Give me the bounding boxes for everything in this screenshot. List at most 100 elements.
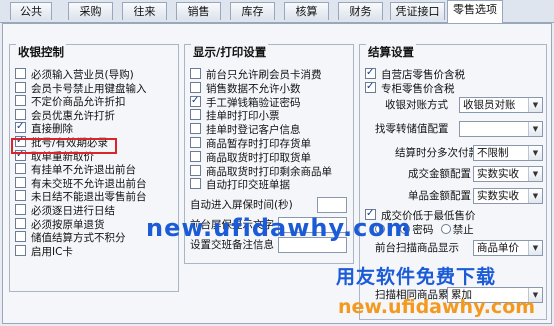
option-label: 商品暂存时打印存货单 [206,138,311,150]
option-label: 手工弹钱箱验证密码 [206,96,301,109]
cashier-option[interactable]: 启用IC卡 [15,244,73,258]
cashier-option[interactable]: 会员优惠允许打折 [15,108,115,122]
display-option[interactable]: 商品暂存时打印存货单 [190,137,311,150]
display-option[interactable]: 商品取货时打印取货单 [190,150,311,164]
tab-finance[interactable]: 财务 [338,2,383,20]
reconcile-select[interactable]: 收银员对账 ▼ [459,97,543,113]
multi-pay-select[interactable]: 不限制 ▼ [473,145,543,161]
checkbox-icon[interactable] [15,217,26,229]
tab-purchase[interactable]: 采购 [68,2,113,20]
option-own-store-tax[interactable]: 自营店零售价含税 [365,66,465,81]
change-to-stored-label: 找零转储值配置 [375,123,449,135]
option-label: 挂单时打印小票 [206,110,280,123]
highlight-box [11,138,117,154]
cashier-control-title: 收银控制 [16,44,66,60]
tab-retail-options[interactable]: 零售选项 [447,0,503,23]
option-label: 专柜零售价含税 [381,83,455,95]
display-option[interactable]: 挂单时登记客户信息 [190,123,301,136]
cashier-option[interactable]: 有未交班不允许退出前台 [15,176,147,190]
checkbox-icon[interactable] [190,81,201,93]
watermark-slogan: 用友软件免费下载 [336,266,497,288]
checkbox-icon[interactable] [190,109,201,121]
option-label: 销售数据不允许小数 [206,82,301,95]
chevron-down-icon: ▼ [528,122,542,136]
chevron-down-icon: ▼ [528,241,542,255]
option-label: 必须按原单退货 [31,218,105,231]
checkbox-icon[interactable] [15,108,26,120]
display-print-title: 显示/打印设置 [191,44,269,60]
radio-forbid-label: 禁止 [452,224,474,236]
screensaver-time-label: 自动进入屏保时间(秒) [190,199,293,211]
cashier-option[interactable]: 必须按原单退货 [15,217,105,231]
chevron-down-icon: ▼ [528,146,542,160]
checkbox-icon[interactable] [15,244,26,256]
multi-pay-label: 结算时分多次付款 [395,147,479,159]
select-value: 不限制 [477,147,509,159]
chevron-down-icon: ▼ [528,189,542,203]
display-option[interactable]: 商品取货时打印剩余商品单 [190,164,332,178]
option-counter-tax[interactable]: 专柜零售价含税 [365,80,455,95]
item-amount-select[interactable]: 实数实收 ▼ [473,188,543,204]
radio-forbid-icon[interactable] [440,224,451,234]
select-value: 商品单价 [477,242,519,254]
cashier-option[interactable]: 储值结算方式不积分 [15,231,126,244]
option-label: 未日结不能退出零售前台 [31,191,147,204]
tab-accounting[interactable]: 核算 [284,2,329,20]
display-option[interactable]: 自动打印交班单据 [190,178,290,191]
option-label: 直接删除 [31,123,73,136]
option-label: 自动打印交班单据 [206,179,290,192]
checkbox-icon[interactable] [15,204,26,215]
option-label: 储值结算方式不积分 [31,232,126,245]
settlement-title: 结算设置 [366,44,416,60]
display-option[interactable]: 前台只允许刷会员卡消费 [190,68,322,81]
cashier-option[interactable]: 必须逐日进行日结 [15,204,115,217]
deal-amount-select[interactable]: 实数实收 ▼ [473,166,543,182]
cashier-option[interactable]: 未日结不能退出零售前台 [15,190,147,203]
checkbox-icon[interactable] [190,68,201,79]
chevron-down-icon: ▼ [528,167,542,181]
checkbox-icon[interactable] [190,150,201,162]
checkbox-icon[interactable] [190,137,201,148]
scan-display-select[interactable]: 商品单价 ▼ [473,240,543,256]
change-to-stored-select[interactable]: ▼ [459,121,543,137]
option-label: 前台只允许刷会员卡消费 [206,69,322,81]
radio-password-label: 密码 [412,224,434,236]
screensaver-time-input[interactable] [317,197,347,213]
tab-inventory[interactable]: 库存 [230,2,275,20]
option-label: 挂单时登记客户信息 [206,124,301,137]
display-option[interactable]: 手工弹钱箱验证密码 [190,94,301,109]
checkbox-icon[interactable] [15,81,26,93]
reconcile-label: 收银对账方式 [385,99,448,111]
cashier-option[interactable]: 不定价商品允许折扣 [15,95,126,108]
cashier-option[interactable]: 有挂单不允许退出前台 [15,163,136,176]
tab-contact[interactable]: 往来 [122,2,167,20]
option-label: 会员卡号禁止用键盘输入 [31,82,147,95]
tab-voucher[interactable]: 凭证接口 [390,2,445,20]
chevron-down-icon: ▼ [528,98,542,112]
checkbox-icon[interactable] [15,163,26,175]
checkbox-icon[interactable] [15,231,26,243]
tab-public[interactable]: 公共 [10,2,52,20]
checkbox-icon[interactable] [15,120,26,134]
cashier-option[interactable]: 会员卡号禁止用键盘输入 [15,81,147,95]
display-option[interactable]: 销售数据不允许小数 [190,81,301,95]
checkbox-icon[interactable] [190,94,201,107]
checkbox-icon[interactable] [190,123,201,135]
checkbox-icon[interactable] [15,176,26,188]
item-amount-label: 单品金额配置 [408,190,471,202]
checkbox-icon[interactable] [365,80,376,93]
option-label: 有未交班不允许退出前台 [31,177,147,190]
display-option[interactable]: 挂单时打印小票 [190,109,280,122]
watermark-url: new.ufidawhy.com [146,214,412,242]
checkbox-icon[interactable] [365,66,376,79]
checkbox-icon[interactable] [15,95,26,107]
tab-sales[interactable]: 销售 [176,2,221,20]
checkbox-icon[interactable] [15,190,26,202]
cashier-option[interactable]: 必须输入营业员(导购) [15,68,134,81]
checkbox-icon[interactable] [190,164,201,176]
select-value: 实数实收 [477,190,519,202]
tab-bar: 公共 采购 往来 销售 库存 核算 财务 凭证接口 零售选项 [0,0,554,23]
checkbox-icon[interactable] [15,68,26,79]
option-label: 不定价商品允许折扣 [31,96,126,109]
checkbox-icon[interactable] [190,178,201,190]
